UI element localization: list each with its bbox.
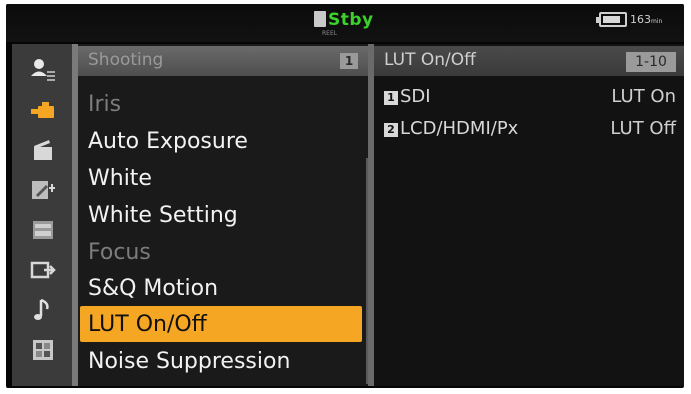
menu-item-white-setting[interactable]: White Setting [88,203,238,228]
detail-row-value: LUT Off [610,118,676,139]
audio-note-icon[interactable] [26,296,60,324]
battery-remaining: 163min [630,13,662,26]
user-menu-icon[interactable] [26,56,60,84]
menu-item-auto-exposure[interactable]: Auto Exposure [88,129,248,154]
camera-shooting-icon[interactable] [26,96,60,124]
detail-row-sdi[interactable]: 1 SDI LUT On [384,86,680,114]
reel-icon [314,11,326,27]
menu-header: Shooting 1 [78,46,368,76]
battery-unit: min [651,18,663,25]
detail-title: LUT On/Off [384,50,476,70]
system-grid-icon[interactable] [26,336,60,364]
detail-row-value: LUT On [611,86,676,107]
menu-item-focus[interactable]: Focus [88,240,151,265]
battery-fill [603,16,620,23]
standby-indicator: Stby [314,10,374,30]
camera-menu-screen: Stby REEL 163min Shooting 1 Iris Auto Ex… [6,4,684,388]
output-icon[interactable] [26,256,60,284]
detail-panel: LUT On/Off 1-10 1 SDI LUT On 2 LCD/HDMI/Px… [374,44,684,386]
menu-item-noise-suppression[interactable]: Noise Suppression [88,349,290,374]
number-badge-icon: 2 [384,123,398,137]
standby-label: Stby [328,10,374,30]
menu-item-iris[interactable]: Iris [88,92,121,117]
detail-header: LUT On/Off 1-10 [374,46,684,76]
number-badge-icon: 1 [384,91,398,105]
menu-item-lut-on-off[interactable]: LUT On/Off [88,312,207,337]
menu-page-badge: 1 [340,53,358,69]
edit-icon[interactable] [26,176,60,204]
status-bar: Stby REEL 163min [6,4,684,42]
detail-row-lcd-hdmi-px[interactable]: 2 LCD/HDMI/Px LUT Off [384,118,680,146]
shooting-menu: Shooting 1 Iris Auto Exposure White Whit… [78,44,370,386]
detail-row-label: SDI [400,86,431,107]
standby-sub-label: REEL [322,30,338,37]
menu-item-sq-motion[interactable]: S&Q Motion [88,276,218,301]
detail-row-label: LCD/HDMI/Px [400,118,519,139]
clapper-icon[interactable] [26,136,60,164]
battery-minutes: 163 [630,13,651,26]
menu-item-white[interactable]: White [88,166,152,191]
battery-icon [596,12,627,27]
detail-page-badge: 1-10 [626,52,676,72]
menu-title: Shooting [88,50,164,70]
menu-category-sidebar [12,44,72,386]
media-icon[interactable] [26,216,60,244]
